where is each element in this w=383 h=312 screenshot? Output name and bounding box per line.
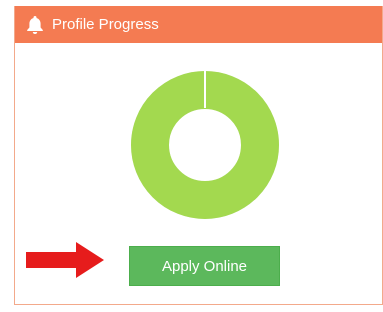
card-header: Profile Progress [15,6,382,43]
progress-donut-chart [131,71,279,219]
card-title: Profile Progress [52,16,159,33]
arrow-right-icon [26,242,104,278]
apply-online-button[interactable]: Apply Online [129,246,280,286]
bell-icon [27,15,43,34]
